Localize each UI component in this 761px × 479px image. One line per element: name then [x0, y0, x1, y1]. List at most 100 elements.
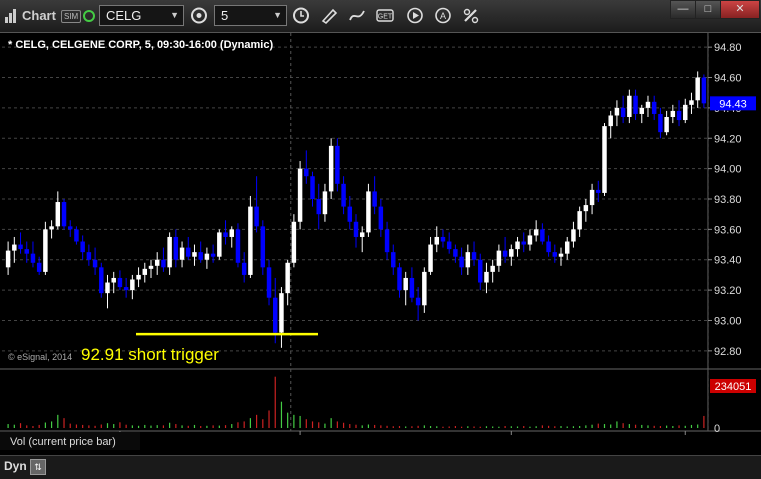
- candle-body: [105, 282, 110, 294]
- candle-body: [478, 259, 483, 283]
- get-icon[interactable]: GET: [374, 5, 396, 26]
- candle-body: [285, 262, 290, 294]
- candle-body: [540, 229, 545, 242]
- candle-body: [620, 107, 626, 117]
- candle-body: [223, 232, 228, 237]
- candle-body: [117, 277, 123, 288]
- volume-zero-label: 0: [714, 423, 720, 435]
- price-tick-label: 93.60: [714, 224, 742, 236]
- candle-body: [161, 259, 166, 268]
- chart-toolbar: Chart SIM CELG ▼ 5 ▼ GET A — □ ✕: [0, 0, 761, 33]
- candle-body: [589, 189, 595, 206]
- candle-body: [192, 252, 197, 257]
- price-tick-label: 93.40: [714, 255, 742, 267]
- candle-body: [664, 117, 669, 133]
- candle-body: [55, 202, 61, 227]
- candle-body: [596, 189, 601, 193]
- volume-panel-label: Vol (current price bar): [10, 436, 116, 448]
- alert-icon[interactable]: A: [432, 5, 454, 26]
- candle-body: [676, 110, 682, 121]
- candle-body: [484, 271, 489, 283]
- candle-body: [577, 211, 582, 230]
- price-tick-label: 94.20: [714, 133, 742, 145]
- candle-body: [614, 107, 620, 116]
- price-tick-label: 92.80: [714, 346, 742, 358]
- price-tick-label: 94.80: [714, 42, 742, 54]
- candle-body: [552, 252, 558, 257]
- candle-body: [254, 206, 259, 227]
- short-trigger-label: 92.91 short trigger: [81, 345, 219, 364]
- candle-body: [670, 110, 676, 117]
- maximize-button[interactable]: □: [695, 0, 721, 19]
- candle-body: [359, 232, 365, 237]
- candle-body: [627, 95, 632, 117]
- candle-body: [645, 101, 651, 108]
- candle-body: [471, 252, 477, 260]
- candle-body: [241, 262, 247, 275]
- candle-body: [496, 250, 502, 266]
- candle-body: [651, 101, 657, 114]
- chevron-down-icon[interactable]: ▼: [170, 6, 179, 25]
- sim-badge: SIM: [61, 10, 82, 23]
- candle-body: [130, 279, 135, 291]
- candle-body: [291, 221, 297, 263]
- link-icon[interactable]: [188, 5, 210, 26]
- candle-body: [30, 253, 36, 263]
- candle-body: [527, 235, 533, 245]
- candle-body: [304, 168, 309, 177]
- candle-body: [92, 259, 98, 268]
- candle-body: [465, 252, 471, 268]
- window-title: Chart: [22, 8, 56, 23]
- candle-body: [217, 232, 222, 257]
- candle-body: [347, 206, 353, 222]
- svg-text:A: A: [440, 11, 446, 21]
- candle-body: [210, 253, 216, 257]
- chart-icon: [4, 5, 18, 26]
- chevron-down-icon[interactable]: ▼: [273, 6, 282, 25]
- draw-icon[interactable]: [346, 5, 368, 26]
- play-icon[interactable]: [404, 5, 426, 26]
- candle-body: [229, 229, 234, 237]
- candle-body: [198, 252, 203, 260]
- tools-icon[interactable]: [460, 5, 482, 26]
- symbol-input[interactable]: CELG ▼: [99, 5, 184, 26]
- close-button[interactable]: ✕: [720, 0, 760, 19]
- candle-body: [49, 226, 54, 230]
- candle-body: [248, 206, 253, 275]
- minimize-button[interactable]: —: [670, 0, 696, 19]
- candle-body: [564, 241, 570, 254]
- candles: [5, 71, 707, 348]
- price-tick-label: 93.20: [714, 285, 742, 297]
- candle-body: [18, 244, 23, 250]
- interval-value: 5: [221, 8, 229, 23]
- candle-body: [154, 259, 160, 266]
- candle-body: [99, 267, 104, 294]
- candle-body: [372, 191, 377, 207]
- candle-body: [521, 241, 526, 245]
- chart-area[interactable]: 94.8094.6094.4094.2094.0093.8093.6093.40…: [0, 33, 761, 455]
- candle-body: [633, 95, 638, 114]
- price-axis: 94.8094.6094.4094.2094.0093.8093.6093.40…: [708, 42, 742, 358]
- candle-body: [658, 113, 663, 133]
- dyn-mode-label: Dyn: [4, 459, 27, 473]
- candle-body: [279, 293, 284, 333]
- candle-body: [148, 265, 154, 269]
- candle-body: [409, 277, 415, 298]
- pen-icon[interactable]: [318, 5, 340, 26]
- candle-body: [74, 229, 79, 242]
- candle-body: [12, 244, 17, 251]
- dyn-toggle-icon[interactable]: ⇅: [30, 459, 46, 475]
- candle-body: [509, 249, 514, 257]
- candle-body: [397, 267, 402, 291]
- clock-icon[interactable]: [290, 5, 312, 26]
- candle-body: [335, 145, 340, 184]
- candle-body: [434, 236, 439, 245]
- interval-input[interactable]: 5 ▼: [214, 5, 287, 26]
- price-tick-label: 94.00: [714, 164, 742, 176]
- candle-body: [5, 250, 11, 268]
- candle-body: [683, 104, 688, 121]
- bottom-bar: Dyn ⇅: [0, 455, 761, 479]
- candle-body: [446, 241, 452, 250]
- candle-body: [142, 268, 148, 275]
- candle-body: [61, 202, 67, 227]
